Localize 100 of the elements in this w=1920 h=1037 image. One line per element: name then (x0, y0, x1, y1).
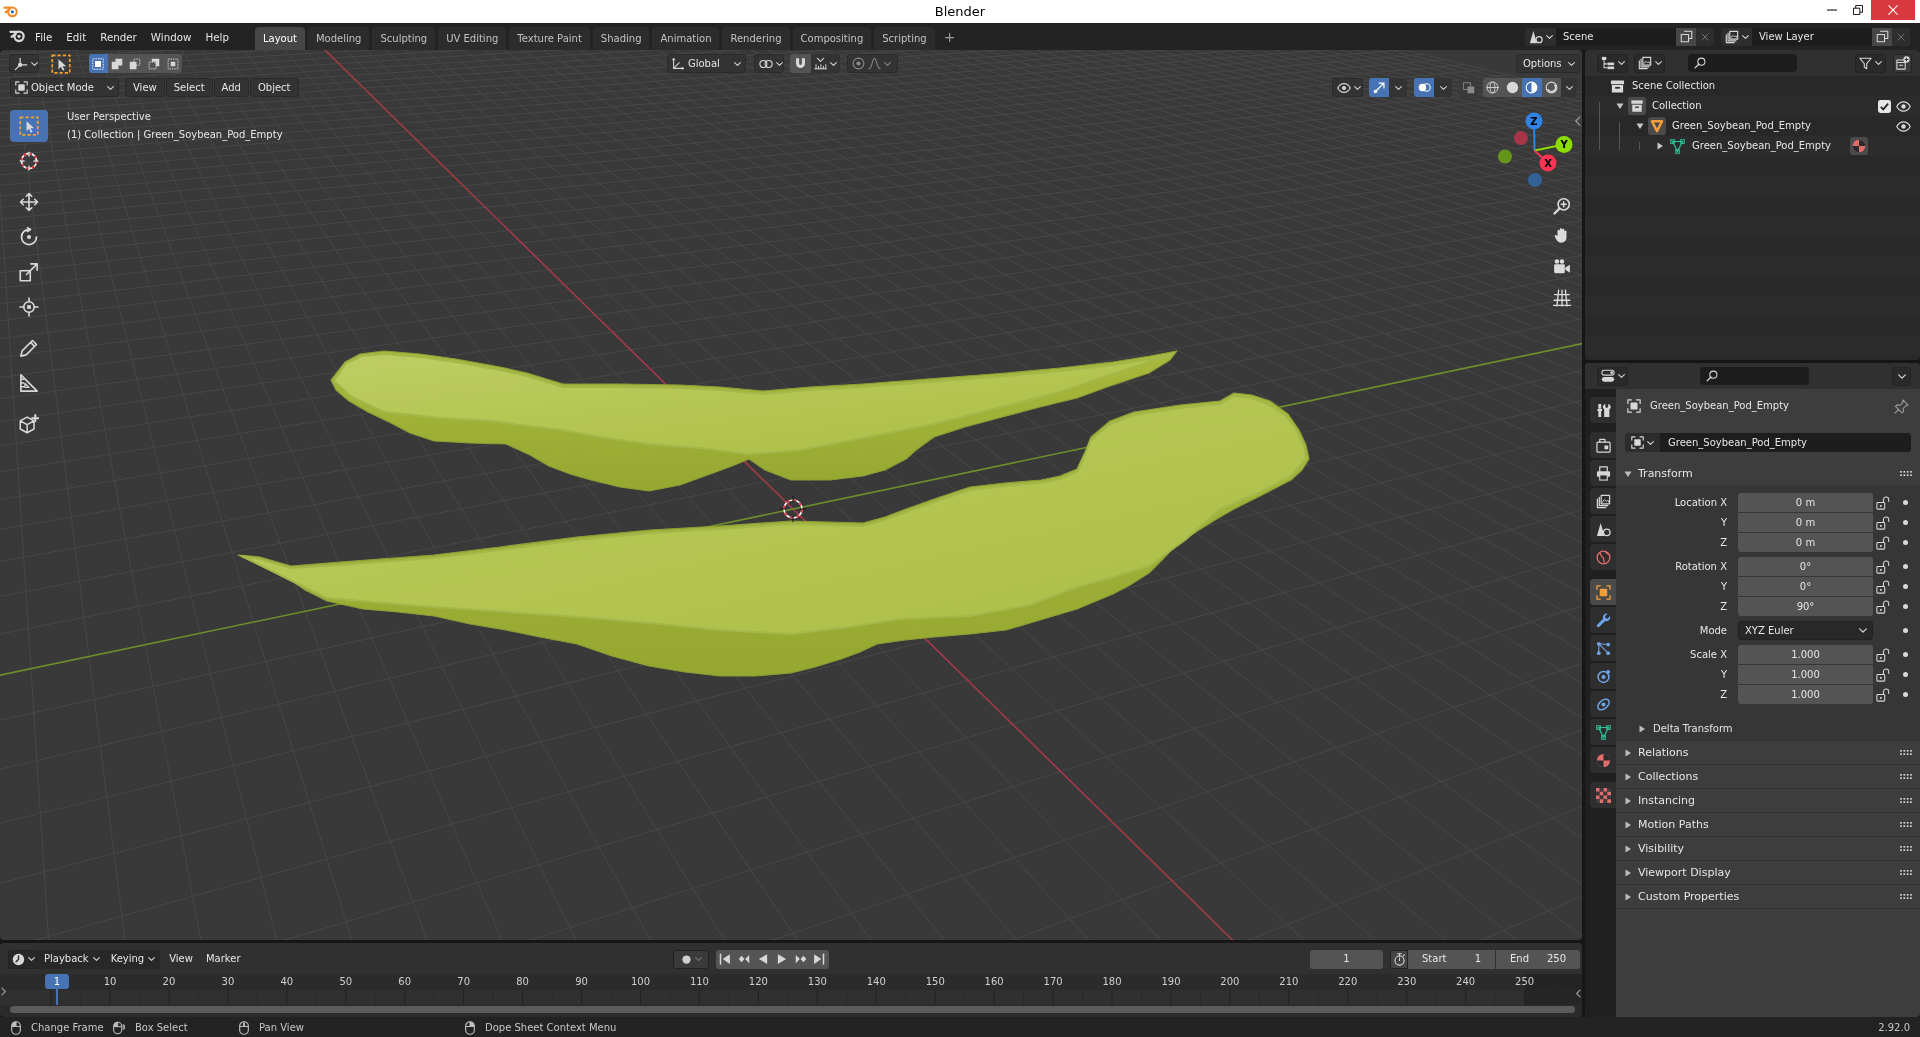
workspace-tab[interactable]: UV Editing (438, 27, 507, 50)
menu-item[interactable]: File (28, 26, 60, 47)
checkbox[interactable] (1877, 99, 1891, 113)
mode-dropdown[interactable]: Object Mode (10, 78, 119, 97)
number-field[interactable]: 0° (1738, 557, 1873, 576)
properties-tab[interactable] (1590, 397, 1616, 423)
object-browse-button[interactable] (1625, 433, 1660, 452)
panel-header[interactable]: Viewport Display (1616, 861, 1920, 884)
properties-tab[interactable] (1590, 691, 1616, 717)
number-field[interactable]: 1.000 (1738, 645, 1873, 664)
visibility-dropdown[interactable] (1332, 78, 1363, 97)
gizmo-toggle[interactable] (1369, 78, 1389, 97)
menu-item[interactable]: View (165, 953, 197, 965)
view-layer-field[interactable]: View Layer (1752, 27, 1872, 46)
outliner-item[interactable]: Green_Soybean_Pod_Empty (1672, 120, 1812, 132)
drag-handle-icon[interactable] (1900, 870, 1912, 875)
menu-item[interactable]: Marker (201, 953, 245, 965)
start-frame-field[interactable]: Start 1 (1408, 949, 1495, 969)
panel-header[interactable]: Motion Paths (1616, 813, 1920, 836)
shading-options-button[interactable] (1561, 78, 1577, 97)
menu-button[interactable]: Object (249, 78, 299, 97)
new-collection-button[interactable] (1893, 53, 1912, 73)
properties-tab[interactable] (1590, 747, 1616, 773)
dot-icon[interactable] (1903, 520, 1908, 525)
open-lock-icon[interactable] (1876, 495, 1890, 510)
dot-icon[interactable] (1903, 604, 1908, 609)
disclosure-triangle-icon[interactable] (1616, 102, 1624, 110)
properties-tab[interactable] (1590, 432, 1616, 458)
selection-mode-button[interactable] (89, 54, 108, 73)
proportional-editing-dropdown[interactable] (846, 54, 898, 73)
open-lock-icon[interactable] (1876, 559, 1890, 574)
open-lock-icon[interactable] (1876, 667, 1890, 682)
shading-mode-button[interactable] (1522, 78, 1542, 97)
search-field[interactable] (1688, 54, 1797, 72)
properties-tab[interactable] (1590, 579, 1616, 605)
options-dropdown[interactable] (1892, 366, 1911, 386)
add-workspace-button[interactable]: + (943, 26, 956, 47)
properties-tab[interactable] (1590, 544, 1616, 570)
menu-button[interactable]: Select (165, 78, 213, 97)
view-layer-browse-button[interactable] (1721, 27, 1752, 46)
properties-tab[interactable] (1590, 460, 1616, 486)
panel-header[interactable]: Transform (1616, 462, 1920, 485)
drag-handle-icon[interactable] (1900, 471, 1912, 476)
menu-button[interactable]: View (125, 78, 165, 97)
properties-tab[interactable] (1590, 782, 1616, 808)
pivot-dropdown[interactable] (753, 54, 784, 73)
menu-item[interactable]: Help (198, 26, 236, 47)
number-field[interactable]: 0 m (1738, 493, 1873, 512)
workspace-tab[interactable]: Modeling (307, 27, 370, 50)
number-field[interactable]: 1.000 (1738, 665, 1873, 684)
dropdown[interactable]: XYZ Euler (1738, 621, 1873, 640)
dot-icon[interactable] (1903, 628, 1908, 633)
overlays-options-button[interactable] (1434, 78, 1452, 97)
mesh-triangle-icon[interactable] (1669, 138, 1685, 154)
filter-button[interactable] (1855, 53, 1886, 73)
checkered-ball-icon[interactable] (1850, 137, 1868, 155)
hand-icon[interactable] (1554, 228, 1567, 243)
chevron-right-icon[interactable] (1, 987, 6, 996)
selection-mode-button[interactable] (163, 54, 182, 73)
play-reverse-icon[interactable] (757, 953, 769, 965)
open-lock-icon[interactable] (1876, 599, 1890, 614)
zoom-icon[interactable] (1554, 198, 1570, 214)
disclosure-triangle-icon[interactable] (1656, 142, 1664, 150)
number-field[interactable]: 0° (1738, 577, 1873, 596)
negative-axis-dot[interactable] (1498, 149, 1512, 164)
search-field[interactable] (1700, 367, 1809, 385)
drag-handle-icon[interactable] (1900, 846, 1912, 851)
panel-header[interactable]: Collections (1616, 765, 1920, 788)
drag-handle-icon[interactable] (1900, 750, 1912, 755)
snap-dropdown[interactable] (810, 54, 840, 73)
scene-field[interactable]: Scene (1556, 27, 1676, 46)
eye-icon[interactable] (1895, 98, 1911, 114)
preview-range-button[interactable] (1390, 949, 1408, 969)
grid-icon[interactable] (1553, 290, 1571, 306)
number-field[interactable]: 0 m (1738, 513, 1873, 532)
workspace-tab[interactable]: Shading (592, 27, 650, 50)
outliner-item[interactable]: Scene Collection (1632, 80, 1716, 92)
editor-type-button[interactable] (1597, 366, 1628, 386)
menu-item[interactable]: Edit (59, 26, 94, 47)
properties-tab[interactable] (1590, 663, 1616, 689)
triangle-tile-icon[interactable] (1648, 117, 1666, 135)
storage-box-icon[interactable] (1609, 78, 1625, 94)
editor-type-button[interactable] (1597, 53, 1628, 73)
pin-icon[interactable] (1894, 398, 1909, 414)
outliner-item[interactable]: Green_Soybean_Pod_Empty (1692, 140, 1832, 152)
menu-button[interactable]: Add (213, 78, 249, 97)
panel-header[interactable]: Visibility (1616, 837, 1920, 860)
dot-icon[interactable] (1903, 584, 1908, 589)
dot-icon[interactable] (1903, 652, 1908, 657)
number-field[interactable]: 0 m (1738, 533, 1873, 552)
jump-to-end-icon[interactable] (813, 953, 826, 965)
xray-toggle[interactable] (1459, 78, 1478, 97)
properties-tab[interactable] (1590, 607, 1616, 633)
menu-item[interactable]: Render (93, 26, 144, 47)
drag-handle-icon[interactable] (1900, 774, 1912, 779)
drag-handle-icon[interactable] (1900, 798, 1912, 803)
axis-handle[interactable]: Z (1525, 112, 1543, 152)
dot-icon[interactable] (1903, 564, 1908, 569)
dot-icon[interactable] (1903, 672, 1908, 677)
panel-header[interactable]: Instancing (1616, 789, 1920, 812)
